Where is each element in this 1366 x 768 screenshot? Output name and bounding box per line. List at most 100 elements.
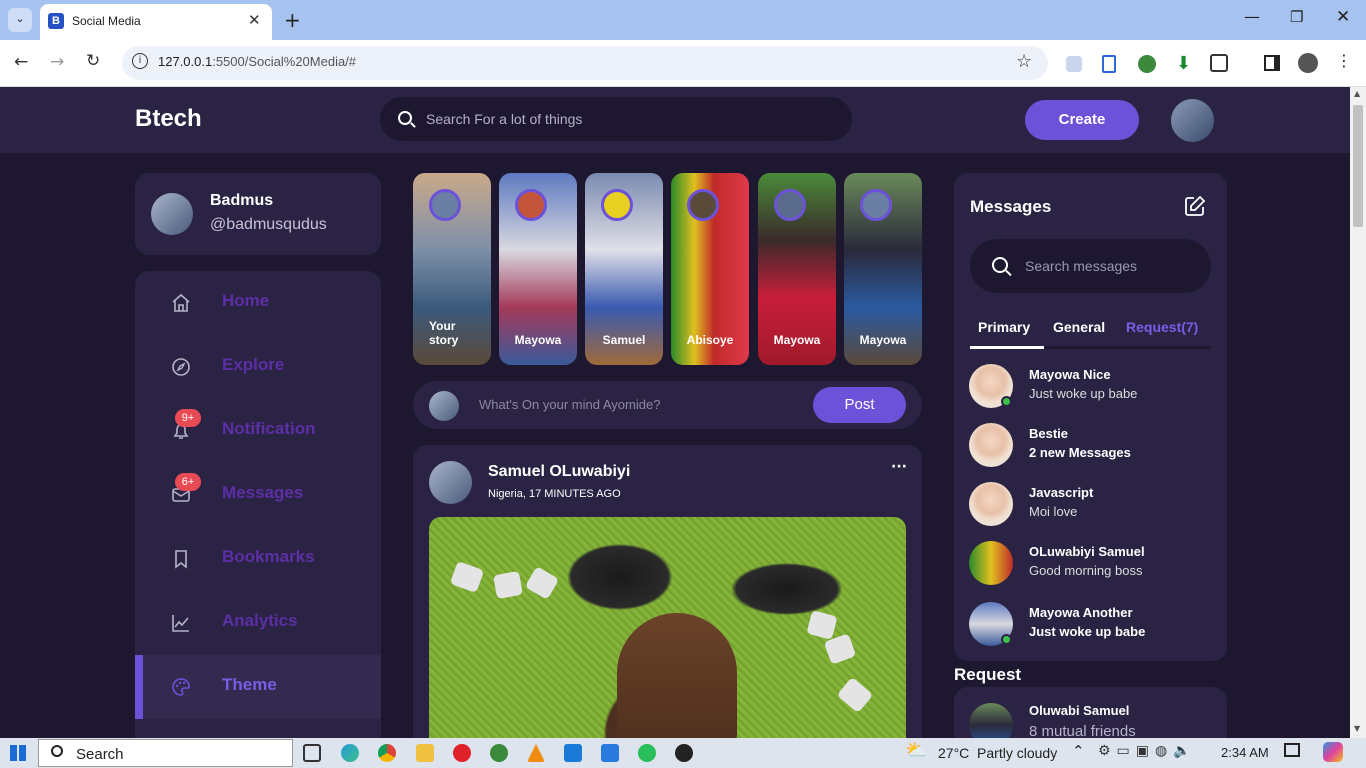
- windows-start-icon[interactable]: [10, 745, 26, 761]
- clock[interactable]: 2:34 AM: [1221, 745, 1269, 760]
- profile-name: Badmus: [210, 192, 274, 209]
- story-card[interactable]: Samuel: [585, 173, 663, 365]
- request-item[interactable]: Oluwabi Samuel 8 mutual friends: [969, 703, 1209, 738]
- task-view-icon[interactable]: [303, 744, 321, 762]
- back-icon[interactable]: ←: [14, 52, 28, 72]
- sidebar-item-bookmarks[interactable]: Bookmarks: [135, 527, 381, 591]
- close-window-icon[interactable]: ✕: [1336, 7, 1350, 27]
- tab-search-button[interactable]: ⌄: [8, 8, 32, 32]
- extension-icon[interactable]: [1138, 55, 1156, 73]
- extension-icon[interactable]: [1066, 56, 1082, 72]
- photo-decoration: [836, 676, 874, 714]
- post-label: Post: [844, 396, 875, 413]
- post-options-icon[interactable]: ···: [891, 459, 907, 475]
- vlc-icon[interactable]: [527, 744, 545, 762]
- profile-avatar-icon[interactable]: [1298, 53, 1318, 73]
- tab-general[interactable]: General: [1052, 317, 1116, 345]
- copilot-icon[interactable]: [1323, 742, 1343, 762]
- tab-primary[interactable]: Primary: [970, 317, 1044, 349]
- sidebar-item-explore[interactable]: Explore: [135, 335, 381, 399]
- story-card[interactable]: Mayowa: [758, 173, 836, 365]
- story-card[interactable]: Abisoye: [671, 173, 749, 365]
- sidebar-item-label: Bookmarks: [222, 547, 315, 566]
- scroll-down-icon[interactable]: ▼: [1354, 724, 1360, 733]
- bookmark-icon: [171, 549, 191, 569]
- message-search[interactable]: Search messages: [970, 239, 1211, 293]
- story-name: Samuel: [602, 333, 646, 347]
- bookmark-star-icon[interactable]: ☆: [1016, 51, 1032, 72]
- profile-card[interactable]: Badmus @badmusqudus: [135, 173, 381, 255]
- search-bar[interactable]: Search For a lot of things: [380, 97, 852, 141]
- story-avatar: [429, 189, 461, 221]
- minimize-icon[interactable]: —: [1244, 7, 1260, 26]
- online-indicator: [1001, 634, 1012, 645]
- extension-icon[interactable]: [1102, 55, 1116, 73]
- story-card[interactable]: Mayowa: [844, 173, 922, 365]
- restore-icon[interactable]: ❐: [1290, 8, 1303, 26]
- download-icon[interactable]: ⬇: [1176, 53, 1191, 74]
- avatar[interactable]: [429, 461, 472, 504]
- post-composer: What's On your mind Ayomide? Post: [413, 381, 922, 429]
- message-item[interactable]: Javascript Moi love: [969, 482, 1209, 532]
- notification-center-icon[interactable]: [1284, 743, 1300, 757]
- create-button[interactable]: Create: [1025, 100, 1139, 140]
- reload-icon[interactable]: ↻: [86, 51, 100, 71]
- compose-icon[interactable]: [1184, 195, 1206, 221]
- avatar[interactable]: [1171, 99, 1214, 142]
- message-item[interactable]: Mayowa Nice Just woke up babe: [969, 364, 1209, 414]
- tray-chevron-icon[interactable]: ⌃: [1072, 742, 1085, 760]
- scroll-up-icon[interactable]: ▲: [1354, 89, 1360, 98]
- site-info-icon[interactable]: i: [132, 53, 148, 69]
- url-field[interactable]: i 127.0.0.1:5500/Social%20Media/# ☆: [122, 46, 1048, 80]
- weather-text[interactable]: 27°C Partly cloudy: [938, 745, 1057, 761]
- tray-icons[interactable]: ⚙▭▣◍🔈: [1098, 743, 1197, 759]
- message-item[interactable]: Mayowa Another Just woke up babe: [969, 602, 1209, 652]
- create-label: Create: [1058, 111, 1106, 128]
- post-image[interactable]: [429, 517, 906, 738]
- sidebar-item-analytics[interactable]: Analytics: [135, 591, 381, 655]
- tab-underline: [1044, 346, 1211, 349]
- message-item[interactable]: OLuwabiyi Samuel Good morning boss: [969, 541, 1209, 591]
- tab-request[interactable]: Request(7): [1125, 317, 1209, 345]
- post-author[interactable]: Samuel OLuwabiyi: [488, 463, 630, 481]
- vscode-icon[interactable]: [564, 744, 582, 762]
- sidebar-item-notification[interactable]: 9+ Notification: [135, 399, 381, 463]
- sidebar-item-theme[interactable]: Theme: [135, 655, 381, 719]
- search-input[interactable]: Search For a lot of things: [426, 111, 582, 127]
- whatsapp-icon[interactable]: [638, 744, 656, 762]
- side-panel-icon[interactable]: [1264, 55, 1280, 71]
- tab-close-icon[interactable]: ✕: [248, 11, 261, 29]
- post-button[interactable]: Post: [813, 387, 906, 423]
- message-sender: Mayowa Nice: [1029, 367, 1111, 382]
- obs-icon[interactable]: [675, 744, 693, 762]
- composer-input[interactable]: What's On your mind Ayomide?: [479, 397, 660, 412]
- file-explorer-icon[interactable]: [416, 744, 434, 762]
- story-name: Your story: [429, 319, 459, 347]
- sidebar-item-home[interactable]: Home: [135, 271, 381, 335]
- todo-icon[interactable]: [601, 744, 619, 762]
- feed-post: Samuel OLuwabiyi Nigeria, 17 MINUTES AGO…: [413, 445, 922, 738]
- scrollbar-thumb[interactable]: [1353, 105, 1363, 227]
- chrome-icon[interactable]: [378, 744, 396, 762]
- story-card[interactable]: Your story: [413, 173, 491, 365]
- taskbar-search[interactable]: Search: [38, 739, 293, 767]
- message-preview: Just woke up babe: [1029, 624, 1146, 639]
- browser-tab[interactable]: B Social Media ✕: [40, 4, 272, 40]
- app-icon[interactable]: [490, 744, 508, 762]
- favicon-icon: B: [48, 13, 64, 29]
- story-card[interactable]: Mayowa: [499, 173, 577, 365]
- profile-handle: @badmusqudus: [210, 216, 327, 233]
- menu-kebab-icon[interactable]: ⋮: [1336, 51, 1352, 70]
- sidebar-item-messages[interactable]: 6+ Messages: [135, 463, 381, 527]
- extensions-puzzle-icon[interactable]: [1210, 54, 1228, 72]
- message-search-input[interactable]: Search messages: [1025, 258, 1137, 274]
- logo[interactable]: Btech: [135, 105, 202, 133]
- new-tab-icon[interactable]: +: [284, 8, 301, 32]
- message-item[interactable]: Bestie 2 new Messages: [969, 423, 1209, 473]
- forward-icon[interactable]: →: [50, 52, 64, 72]
- edge-icon[interactable]: [341, 744, 359, 762]
- opera-icon[interactable]: [453, 744, 471, 762]
- messages-title: Messages: [970, 197, 1052, 216]
- page-scrollbar[interactable]: ▲ ▼: [1350, 87, 1366, 738]
- sidebar-item-label: Messages: [222, 483, 304, 502]
